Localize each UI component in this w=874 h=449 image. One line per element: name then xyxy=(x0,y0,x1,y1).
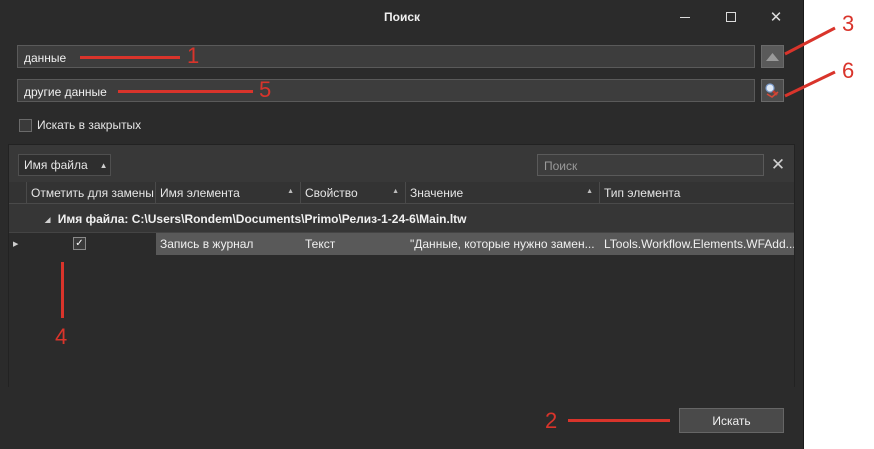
sort-asc-icon: ▲ xyxy=(392,188,399,195)
search-closed-checkbox[interactable] xyxy=(19,118,32,132)
callout-line-2 xyxy=(568,419,670,422)
callout-line-4 xyxy=(61,262,64,318)
column-header-property[interactable]: Свойство ▲ xyxy=(301,182,406,204)
minimize-button[interactable] xyxy=(670,6,700,28)
value-cell: "Данные, которые нужно замен... xyxy=(406,233,600,255)
checkmark-icon: ✓ xyxy=(75,238,84,249)
callout-line-1 xyxy=(80,56,180,59)
minimize-icon xyxy=(680,16,690,18)
callout-label-2: 2 xyxy=(545,408,558,433)
column-header-label: Тип элемента xyxy=(604,186,681,200)
column-header-element-name[interactable]: Имя элемента ▲ xyxy=(156,182,301,204)
title-bar: Поиск ✕ xyxy=(0,0,804,34)
callout-label-1: 1 xyxy=(187,43,200,68)
callout-label-6: 6 xyxy=(842,58,855,83)
maximize-icon xyxy=(726,12,736,22)
group-row[interactable]: ◢ Имя файла: C:\Users\Rondem\Documents\P… xyxy=(9,204,794,233)
sort-asc-icon: ▲ xyxy=(99,160,108,170)
group-by-dropdown[interactable]: Имя файла ▲ xyxy=(18,154,111,176)
group-expander-icon[interactable]: ◢ xyxy=(45,217,50,224)
column-header-value[interactable]: Значение ▲ xyxy=(406,182,600,204)
results-search-input[interactable]: Поиск xyxy=(537,154,764,176)
column-header-label: Имя элемента xyxy=(160,186,240,200)
callout-line-5 xyxy=(118,90,253,93)
column-header-label: Значение xyxy=(410,186,464,200)
clear-search-button[interactable]: ✕ xyxy=(768,154,788,176)
search-closed-label: Искать в закрытых xyxy=(37,118,142,132)
column-header-element-type[interactable]: Тип элемента xyxy=(600,182,794,204)
sort-asc-icon: ▲ xyxy=(586,188,593,195)
results-panel: Имя файла ▲ Поиск ✕ Отметить для замены … xyxy=(8,144,795,387)
callout-label-3: 3 xyxy=(842,11,855,36)
column-header-label: Свойство xyxy=(305,186,358,200)
group-row-label: Имя файла: C:\Users\Rondem\Documents\Pri… xyxy=(57,212,467,226)
table-row[interactable]: ✓ Запись в журнал Текст "Данные, которые… xyxy=(9,233,794,255)
collapse-up-icon xyxy=(766,52,779,61)
callout-label-5: 5 xyxy=(259,77,272,102)
search-dialog: Поиск ✕ данные другие данные Искать в за… xyxy=(0,0,804,449)
maximize-button[interactable] xyxy=(716,6,746,28)
results-grid: Отметить для замены Имя элемента ▲ Свойс… xyxy=(9,182,794,387)
sort-asc-icon: ▲ xyxy=(287,188,294,195)
search-button[interactable]: Искать xyxy=(679,408,784,433)
callout-label-4: 4 xyxy=(55,324,68,349)
mark-cell: ✓ xyxy=(27,233,156,255)
clear-icon: ✕ xyxy=(770,155,786,175)
callout-lines-right xyxy=(784,26,836,98)
replace-icon xyxy=(765,83,779,98)
mark-for-replace-checkbox[interactable]: ✓ xyxy=(73,237,86,250)
column-header-mark[interactable]: Отметить для замены xyxy=(27,182,156,204)
element-name-cell: Запись в журнал xyxy=(156,233,301,255)
column-header-label: Отметить для замены xyxy=(31,186,154,200)
property-cell: Текст xyxy=(301,233,406,255)
search-closed-option[interactable]: Искать в закрытых xyxy=(19,118,141,132)
group-by-label: Имя файла xyxy=(24,158,88,172)
element-type-cell: LTools.Workflow.Elements.WFAdd... xyxy=(600,233,794,255)
row-header-corner xyxy=(9,182,27,204)
